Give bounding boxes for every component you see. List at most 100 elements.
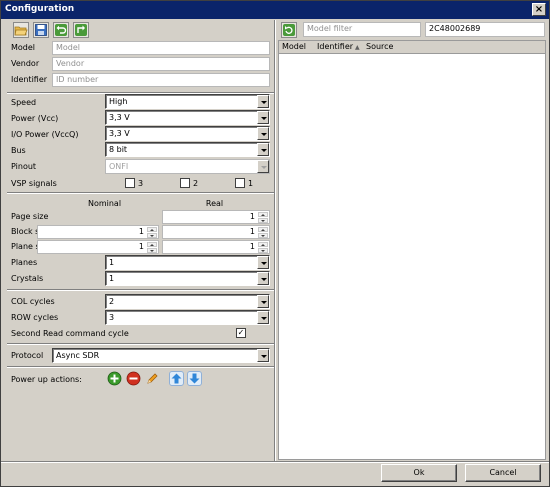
- spinner[interactable]: [147, 227, 157, 238]
- plane-size-nominal-input[interactable]: 1: [37, 240, 159, 254]
- spin-down-icon[interactable]: [147, 248, 157, 253]
- spin-down-icon[interactable]: [258, 248, 268, 253]
- edit-action-button[interactable]: [145, 371, 160, 386]
- real-header: Real: [205, 199, 224, 208]
- row-cycles-value: 3: [109, 313, 115, 322]
- chevron-down-icon: [257, 143, 269, 156]
- spin-up-icon[interactable]: [258, 212, 268, 217]
- crystals-select[interactable]: 1: [105, 271, 270, 286]
- undo-button[interactable]: [53, 22, 69, 38]
- add-icon: [107, 371, 122, 386]
- column-model[interactable]: Model: [282, 42, 306, 51]
- close-button[interactable]: ×: [532, 3, 546, 16]
- speed-value: High: [109, 97, 128, 106]
- planes-select[interactable]: 1: [105, 255, 270, 270]
- power-value: 3,3 V: [109, 113, 130, 122]
- io-power-select[interactable]: 3,3 V: [105, 126, 270, 141]
- sort-ascending-icon: ▲: [355, 44, 360, 51]
- bus-select[interactable]: 8 bit: [105, 142, 270, 157]
- vsp-3-label: 3: [138, 179, 144, 188]
- spinner[interactable]: [147, 242, 157, 253]
- export-button[interactable]: [73, 22, 89, 38]
- column-source[interactable]: Source: [366, 42, 393, 51]
- second-read-label: Second Read command cycle: [11, 329, 129, 338]
- power-select[interactable]: 3,3 V: [105, 110, 270, 125]
- open-folder-button[interactable]: [13, 22, 29, 38]
- vsp-signals-label: VSP signals: [11, 179, 57, 188]
- page-size-real-input[interactable]: 1: [162, 210, 270, 224]
- model-label: Model: [11, 43, 36, 52]
- identifier-filter-input[interactable]: 2C48002689: [425, 22, 545, 37]
- move-down-button[interactable]: [187, 371, 202, 386]
- speed-select[interactable]: High: [105, 94, 270, 109]
- protocol-select[interactable]: Async SDR: [52, 348, 270, 363]
- save-button[interactable]: [33, 22, 49, 38]
- refresh-filter-button[interactable]: [281, 22, 297, 38]
- col-cycles-label: COL cycles: [11, 297, 55, 306]
- nominal-header: Nominal: [87, 199, 122, 208]
- chevron-down-icon: [257, 95, 269, 108]
- model-input[interactable]: Model: [52, 41, 270, 55]
- vsp-2-checkbox[interactable]: [180, 178, 190, 188]
- plane-size-nominal-value: 1: [138, 242, 144, 251]
- vendor-label: Vendor: [11, 59, 40, 68]
- spin-up-icon[interactable]: [258, 227, 268, 232]
- identifier-input[interactable]: ID number: [52, 73, 270, 87]
- io-power-label: I/O Power (VccQ): [11, 130, 79, 139]
- page-size-label: Page size: [11, 212, 49, 221]
- power-up-label: Power up actions:: [11, 375, 82, 384]
- spin-down-icon[interactable]: [147, 233, 157, 238]
- protocol-label: Protocol: [11, 351, 44, 360]
- panel-divider[interactable]: [274, 20, 276, 461]
- export-icon: [75, 24, 87, 36]
- move-up-button[interactable]: [169, 371, 184, 386]
- bus-value: 8 bit: [109, 145, 128, 154]
- page-size-real-value: 1: [249, 212, 255, 221]
- list-header: Model Identifier ▲ Source: [279, 41, 545, 54]
- vsp-3-checkbox[interactable]: [125, 178, 135, 188]
- model-filter-input[interactable]: Model filter: [303, 22, 421, 37]
- model-list[interactable]: Model Identifier ▲ Source: [278, 40, 546, 460]
- spin-up-icon[interactable]: [147, 242, 157, 247]
- plane-size-real-input[interactable]: 1: [162, 240, 270, 254]
- spinner[interactable]: [258, 242, 268, 253]
- row-cycles-label: ROW cycles: [11, 313, 59, 322]
- chevron-down-icon: [257, 272, 269, 285]
- chevron-down-icon: [257, 256, 269, 269]
- crystals-label: Crystals: [11, 274, 44, 283]
- add-action-button[interactable]: [107, 371, 122, 386]
- second-read-checkbox[interactable]: ✓: [236, 328, 246, 338]
- row-cycles-select[interactable]: 3: [105, 310, 270, 325]
- spinner[interactable]: [258, 227, 268, 238]
- spin-up-icon[interactable]: [147, 227, 157, 232]
- block-size-nominal-value: 1: [138, 227, 144, 236]
- ok-button[interactable]: Ok: [381, 464, 457, 482]
- spin-down-icon[interactable]: [258, 218, 268, 223]
- pinout-select[interactable]: ONFI: [105, 159, 270, 174]
- configuration-dialog: Configuration × Model Model Vendor Vendo…: [0, 0, 550, 487]
- chevron-down-icon: [257, 111, 269, 124]
- vsp-1-checkbox[interactable]: [235, 178, 245, 188]
- cancel-button[interactable]: Cancel: [465, 464, 541, 482]
- move-up-icon: [171, 373, 182, 384]
- column-identifier[interactable]: Identifier: [317, 42, 353, 51]
- save-icon: [35, 24, 47, 36]
- planes-label: Planes: [11, 258, 38, 267]
- chevron-down-icon: [257, 160, 269, 173]
- open-folder-icon: [14, 26, 28, 36]
- title-bar: Configuration ×: [1, 1, 549, 19]
- vendor-input[interactable]: Vendor: [52, 57, 270, 71]
- block-size-nominal-input[interactable]: 1: [37, 225, 159, 239]
- spin-down-icon[interactable]: [258, 233, 268, 238]
- remove-action-button[interactable]: [126, 371, 141, 386]
- pinout-value: ONFI: [109, 162, 129, 171]
- spinner[interactable]: [258, 212, 268, 223]
- device-config-panel: Model Model Vendor Vendor Identifier ID …: [7, 20, 275, 460]
- chevron-down-icon: [257, 311, 269, 324]
- plane-size-real-value: 1: [249, 242, 255, 251]
- planes-value: 1: [109, 258, 115, 267]
- col-cycles-select[interactable]: 2: [105, 294, 270, 309]
- spin-up-icon[interactable]: [258, 242, 268, 247]
- block-size-real-input[interactable]: 1: [162, 225, 270, 239]
- model-list-panel: Model filter 2C48002689 Model Identifier…: [278, 20, 546, 461]
